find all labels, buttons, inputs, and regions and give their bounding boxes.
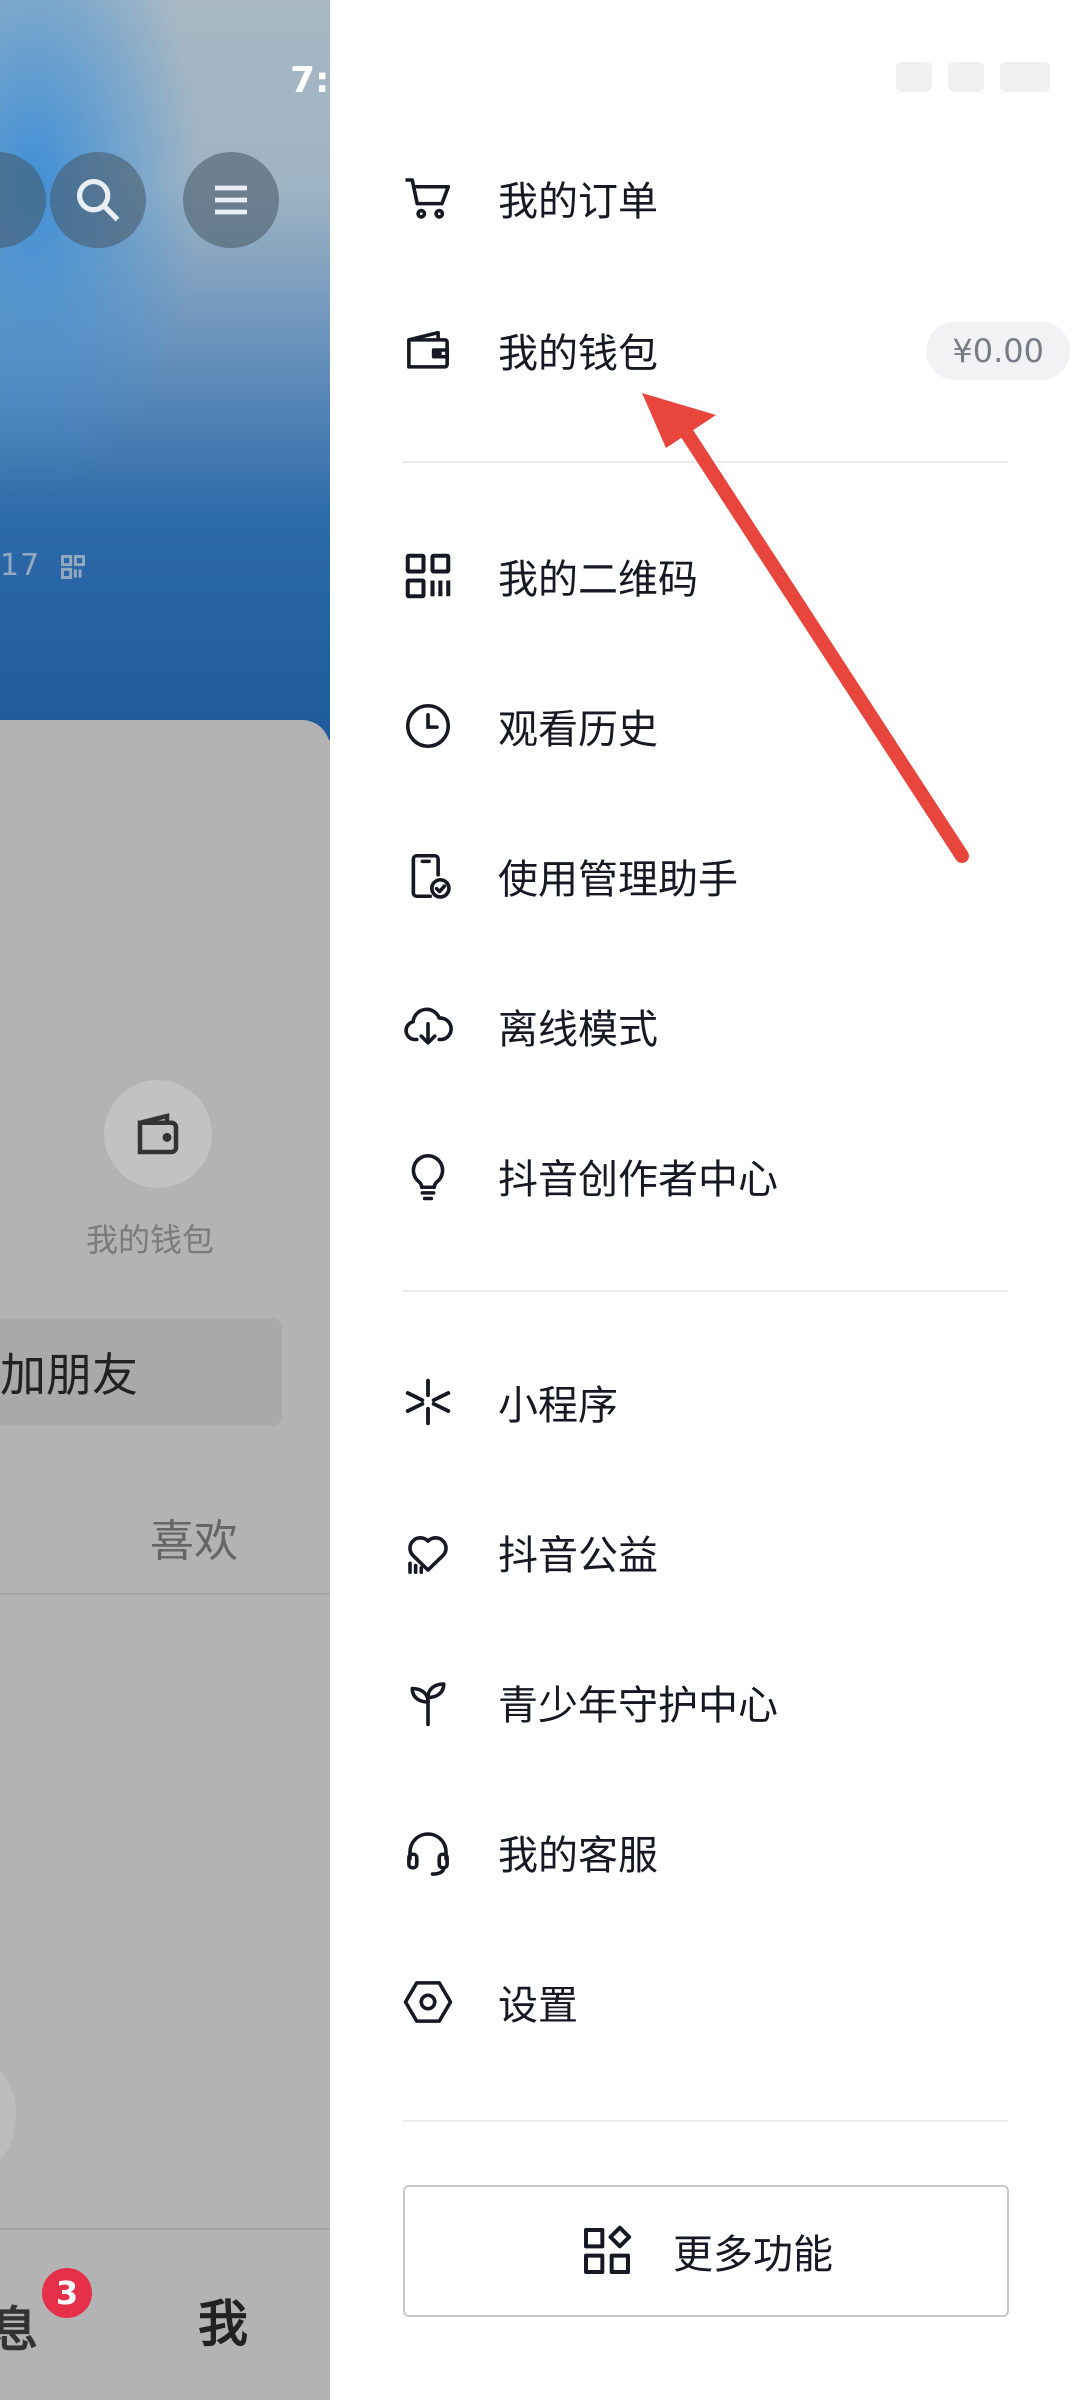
menu-item-label: 青少年守护中心 xyxy=(498,1683,778,1729)
qrcode-icon xyxy=(400,548,456,604)
messages-badge: 3 xyxy=(42,2268,92,2318)
menu-item-label: 观看历史 xyxy=(498,707,658,753)
menu-item-offline-mode[interactable]: 离线模式 xyxy=(400,976,1040,1076)
menu-item-orders[interactable]: 我的订单 xyxy=(400,148,1040,248)
bg-wallet-button[interactable] xyxy=(104,1080,212,1188)
side-drawer: 我的订单 我的钱包 ¥0.00 我的二维码 观看历史 使用管理助手 离线模式 抖… xyxy=(330,0,1080,2400)
mini-program-icon xyxy=(400,1374,456,1430)
add-friend-button[interactable]: 加朋友 xyxy=(0,1318,282,1426)
phone-check-icon xyxy=(400,848,456,904)
menu-item-youth-protection[interactable]: 青少年守护中心 xyxy=(400,1652,1040,1752)
status-time: 7:5 xyxy=(290,60,355,101)
network-icon xyxy=(948,62,984,92)
lightbulb-icon xyxy=(400,1148,456,1204)
battery-icon xyxy=(1000,62,1050,92)
menu-item-label: 我的客服 xyxy=(498,1833,658,1879)
menu-item-creator-center[interactable]: 抖音创作者中心 xyxy=(400,1126,1040,1226)
search-button[interactable] xyxy=(50,152,146,248)
bg-wallet-label: 我的钱包 xyxy=(86,1221,215,1259)
menu-item-label: 抖音公益 xyxy=(498,1533,658,1579)
wallet-balance-badge: ¥0.00 xyxy=(926,322,1070,380)
menu-item-mini-programs[interactable]: 小程序 xyxy=(400,1352,1040,1452)
cart-icon xyxy=(400,170,456,226)
search-icon xyxy=(76,178,120,222)
charity-heart-icon xyxy=(400,1524,456,1580)
section-divider xyxy=(402,2120,1008,2122)
wallet-icon xyxy=(400,322,456,378)
menu-item-label: 我的二维码 xyxy=(498,557,698,603)
menu-button[interactable] xyxy=(183,152,279,248)
menu-item-label: 使用管理助手 xyxy=(498,857,738,903)
bg-divider xyxy=(0,1593,330,1595)
bottom-nav-divider xyxy=(0,2228,330,2230)
signal-icon xyxy=(896,62,932,92)
tab-messages[interactable]: 息 xyxy=(0,2290,38,2360)
menu-item-label: 我的钱包 xyxy=(498,331,658,377)
wallet-icon xyxy=(137,1113,179,1155)
menu-item-qrcode[interactable]: 我的二维码 xyxy=(400,526,1040,626)
status-icons xyxy=(896,62,1050,92)
tab-me[interactable]: 我 xyxy=(198,2284,248,2356)
apps-grid-icon xyxy=(579,2223,635,2279)
menu-item-label: 设置 xyxy=(498,1983,578,2029)
profile-cover xyxy=(0,0,330,740)
clock-icon xyxy=(400,698,456,754)
menu-icon xyxy=(215,185,247,215)
menu-item-label: 我的订单 xyxy=(498,179,658,225)
menu-item-history[interactable]: 观看历史 xyxy=(400,676,1040,776)
profile-background[interactable]: 17 我的钱包 加朋友 喜欢 息 3 我 xyxy=(0,0,330,2400)
more-features-label: 更多功能 xyxy=(673,2232,833,2278)
more-features-button[interactable]: 更多功能 xyxy=(403,2185,1009,2317)
section-divider xyxy=(402,1290,1008,1292)
section-divider xyxy=(402,461,1008,463)
cloud-download-icon xyxy=(400,998,456,1054)
menu-item-label: 抖音创作者中心 xyxy=(498,1157,778,1203)
menu-item-label: 离线模式 xyxy=(498,1007,658,1053)
qrcode-small-icon xyxy=(60,554,85,579)
settings-hex-icon xyxy=(400,1974,456,2030)
tab-like[interactable]: 喜欢 xyxy=(150,1505,238,1569)
headset-icon xyxy=(400,1824,456,1880)
profile-id: 17 xyxy=(0,548,87,583)
menu-item-usage-assistant[interactable]: 使用管理助手 xyxy=(400,826,1040,926)
menu-item-settings[interactable]: 设置 xyxy=(400,1952,1040,2052)
menu-item-label: 小程序 xyxy=(498,1383,618,1429)
menu-item-charity[interactable]: 抖音公益 xyxy=(400,1502,1040,1602)
sprout-icon xyxy=(400,1674,456,1730)
menu-item-customer-service[interactable]: 我的客服 xyxy=(400,1802,1040,1902)
